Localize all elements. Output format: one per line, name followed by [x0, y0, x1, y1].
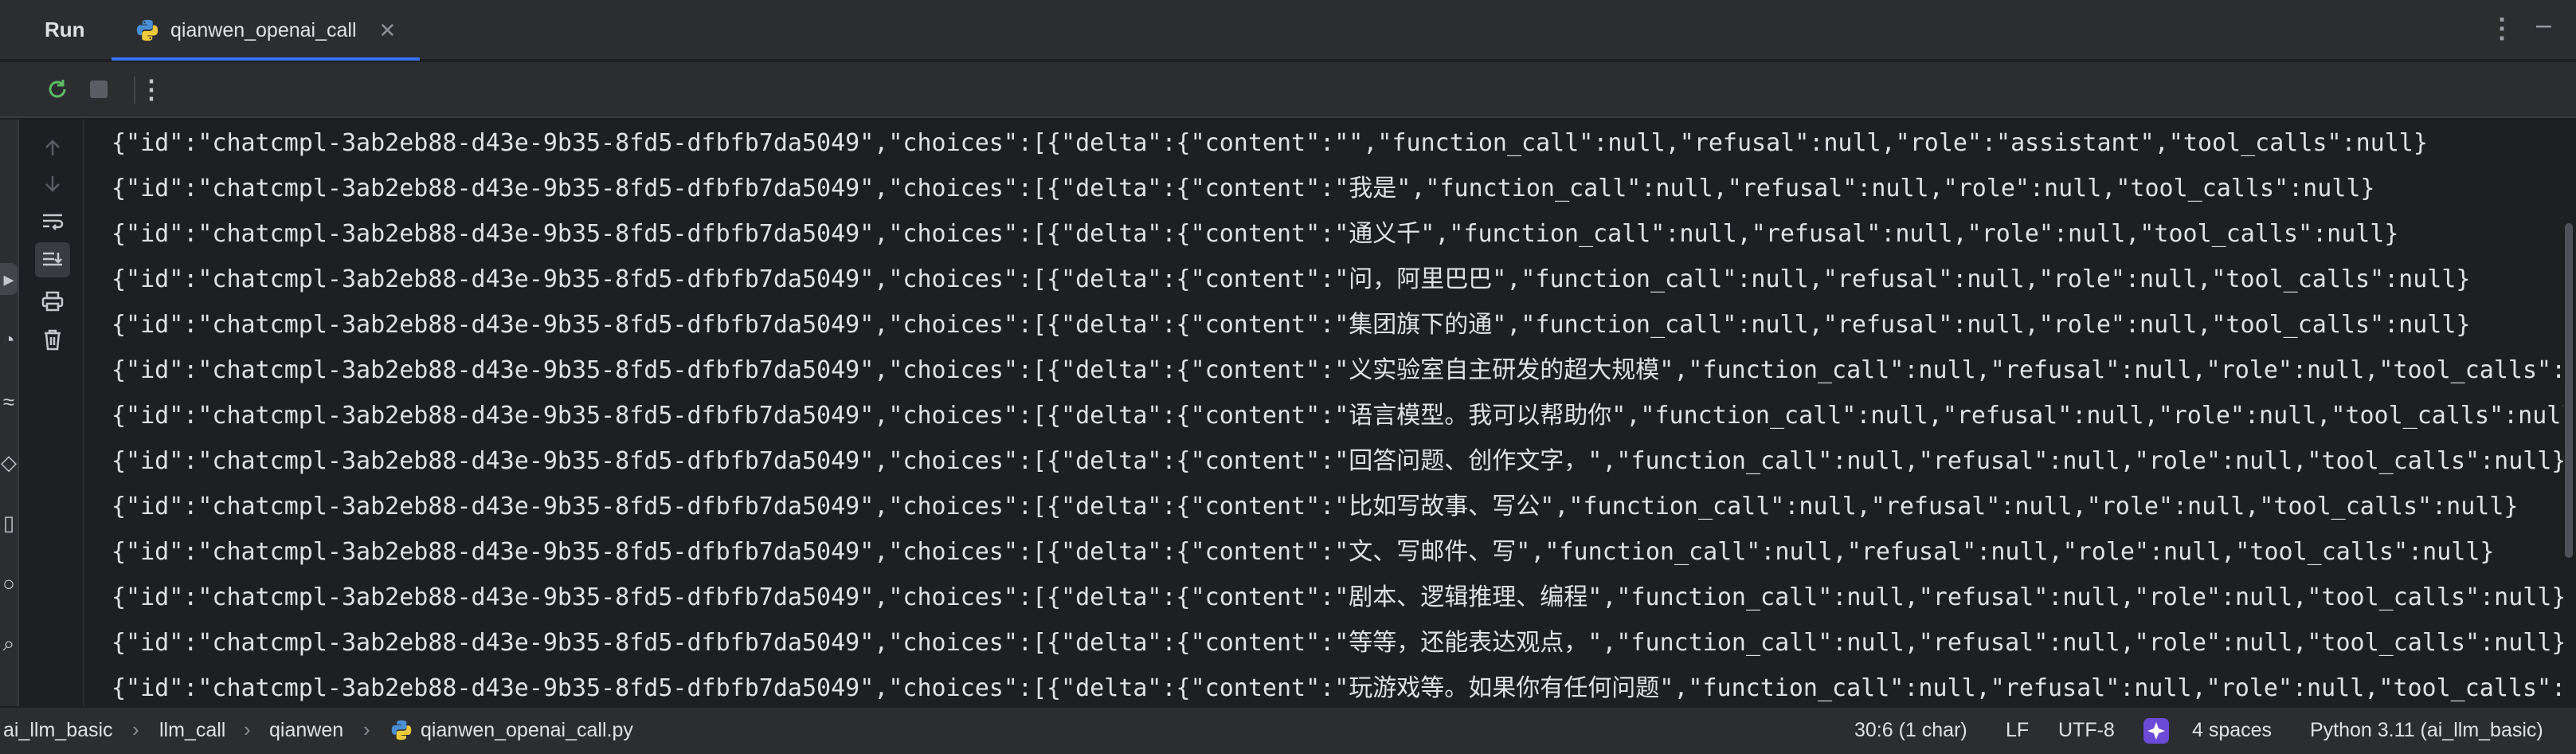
- rerun-icon[interactable]: [41, 73, 73, 105]
- python-interpreter[interactable]: Python 3.11 (ai_llm_basic): [2310, 719, 2543, 742]
- minimize-icon[interactable]: –: [2536, 10, 2551, 41]
- terminal-tool-icon[interactable]: ▯: [0, 507, 18, 539]
- breadcrumb-item[interactable]: qianwen: [269, 719, 343, 742]
- console-line: {"id":"chatcmpl-3ab2eb88-d43e-9b35-8fd5-…: [112, 674, 2563, 702]
- tab-qianwen-openai-call[interactable]: qianwen_openai_call ✕: [112, 0, 421, 61]
- chevron-right-icon: ›: [244, 717, 251, 741]
- tab-label: qianwen_openai_call: [170, 18, 357, 41]
- caret-position[interactable]: 30:6 (1 char): [1854, 719, 1967, 742]
- version-control-tool-icon[interactable]: ⌕: [0, 628, 18, 660]
- status-bar: ai_llm_basic › llm_call › qianwen › qian…: [0, 706, 2576, 754]
- run-tool-icon[interactable]: ▸: [0, 263, 18, 295]
- python-file-icon: [136, 19, 159, 41]
- breadcrumb-item[interactable]: ai_llm_basic: [3, 719, 113, 742]
- print-icon[interactable]: [35, 284, 70, 319]
- breadcrumb-item[interactable]: qianwen_openai_call.py: [421, 719, 633, 742]
- services-tool-icon[interactable]: ◇: [0, 446, 18, 478]
- line-separator[interactable]: LF: [2006, 719, 2029, 742]
- file-encoding[interactable]: UTF-8: [2058, 719, 2115, 742]
- console-line: {"id":"chatcmpl-3ab2eb88-d43e-9b35-8fd5-…: [112, 538, 2495, 566]
- console-line: {"id":"chatcmpl-3ab2eb88-d43e-9b35-8fd5-…: [112, 402, 2563, 430]
- stop-icon[interactable]: [83, 73, 115, 105]
- console-gutter: [21, 120, 84, 706]
- problems-tool-icon[interactable]: ○: [0, 567, 18, 599]
- scroll-to-end-icon[interactable]: [35, 242, 70, 277]
- indent-setting[interactable]: 4 spaces: [2192, 719, 2272, 742]
- console-line: {"id":"chatcmpl-3ab2eb88-d43e-9b35-8fd5-…: [112, 629, 2563, 657]
- more-vertical-icon[interactable]: ⋮: [2488, 13, 2515, 45]
- more-vertical-icon[interactable]: ⋮: [135, 73, 167, 105]
- chevron-right-icon: ›: [132, 717, 139, 741]
- console-output[interactable]: {"id":"chatcmpl-3ab2eb88-d43e-9b35-8fd5-…: [86, 120, 2563, 706]
- chevron-right-icon: ›: [363, 717, 370, 741]
- debug-tool-icon[interactable]: ◔: [0, 324, 18, 355]
- soft-wrap-icon[interactable]: [35, 204, 70, 239]
- active-tab-indicator: [112, 57, 421, 61]
- breadcrumb-item[interactable]: llm_call: [159, 719, 225, 742]
- tool-window-title: Run: [45, 18, 85, 41]
- arrow-up-icon[interactable]: [35, 131, 70, 166]
- ai-assistant-icon[interactable]: [2143, 717, 2170, 744]
- console-line: {"id":"chatcmpl-3ab2eb88-d43e-9b35-8fd5-…: [112, 265, 2471, 293]
- console-line: {"id":"chatcmpl-3ab2eb88-d43e-9b35-8fd5-…: [112, 583, 2563, 611]
- run-tool-window-header: Run qianwen_openai_call ✕ ⋮ –: [0, 0, 2576, 61]
- left-tool-strip: ▸ ◔ ≈ ◇ ▯ ○ ⌕: [0, 120, 19, 706]
- close-icon[interactable]: ✕: [379, 18, 397, 43]
- run-toolbar: ⋮: [0, 62, 2576, 118]
- console-line: {"id":"chatcmpl-3ab2eb88-d43e-9b35-8fd5-…: [112, 220, 2399, 248]
- console-line: {"id":"chatcmpl-3ab2eb88-d43e-9b35-8fd5-…: [112, 493, 2519, 520]
- console-line: {"id":"chatcmpl-3ab2eb88-d43e-9b35-8fd5-…: [112, 129, 2428, 157]
- console-line: {"id":"chatcmpl-3ab2eb88-d43e-9b35-8fd5-…: [112, 356, 2563, 384]
- arrow-down-icon[interactable]: [35, 166, 70, 201]
- scrollbar-thumb[interactable]: [2565, 223, 2573, 558]
- console-line: {"id":"chatcmpl-3ab2eb88-d43e-9b35-8fd5-…: [112, 175, 2375, 202]
- console-line: {"id":"chatcmpl-3ab2eb88-d43e-9b35-8fd5-…: [112, 447, 2563, 475]
- trash-icon[interactable]: [35, 322, 70, 357]
- python-file-icon: [391, 720, 412, 740]
- console-line: {"id":"chatcmpl-3ab2eb88-d43e-9b35-8fd5-…: [112, 311, 2471, 339]
- git-tool-icon[interactable]: ≈: [0, 386, 18, 418]
